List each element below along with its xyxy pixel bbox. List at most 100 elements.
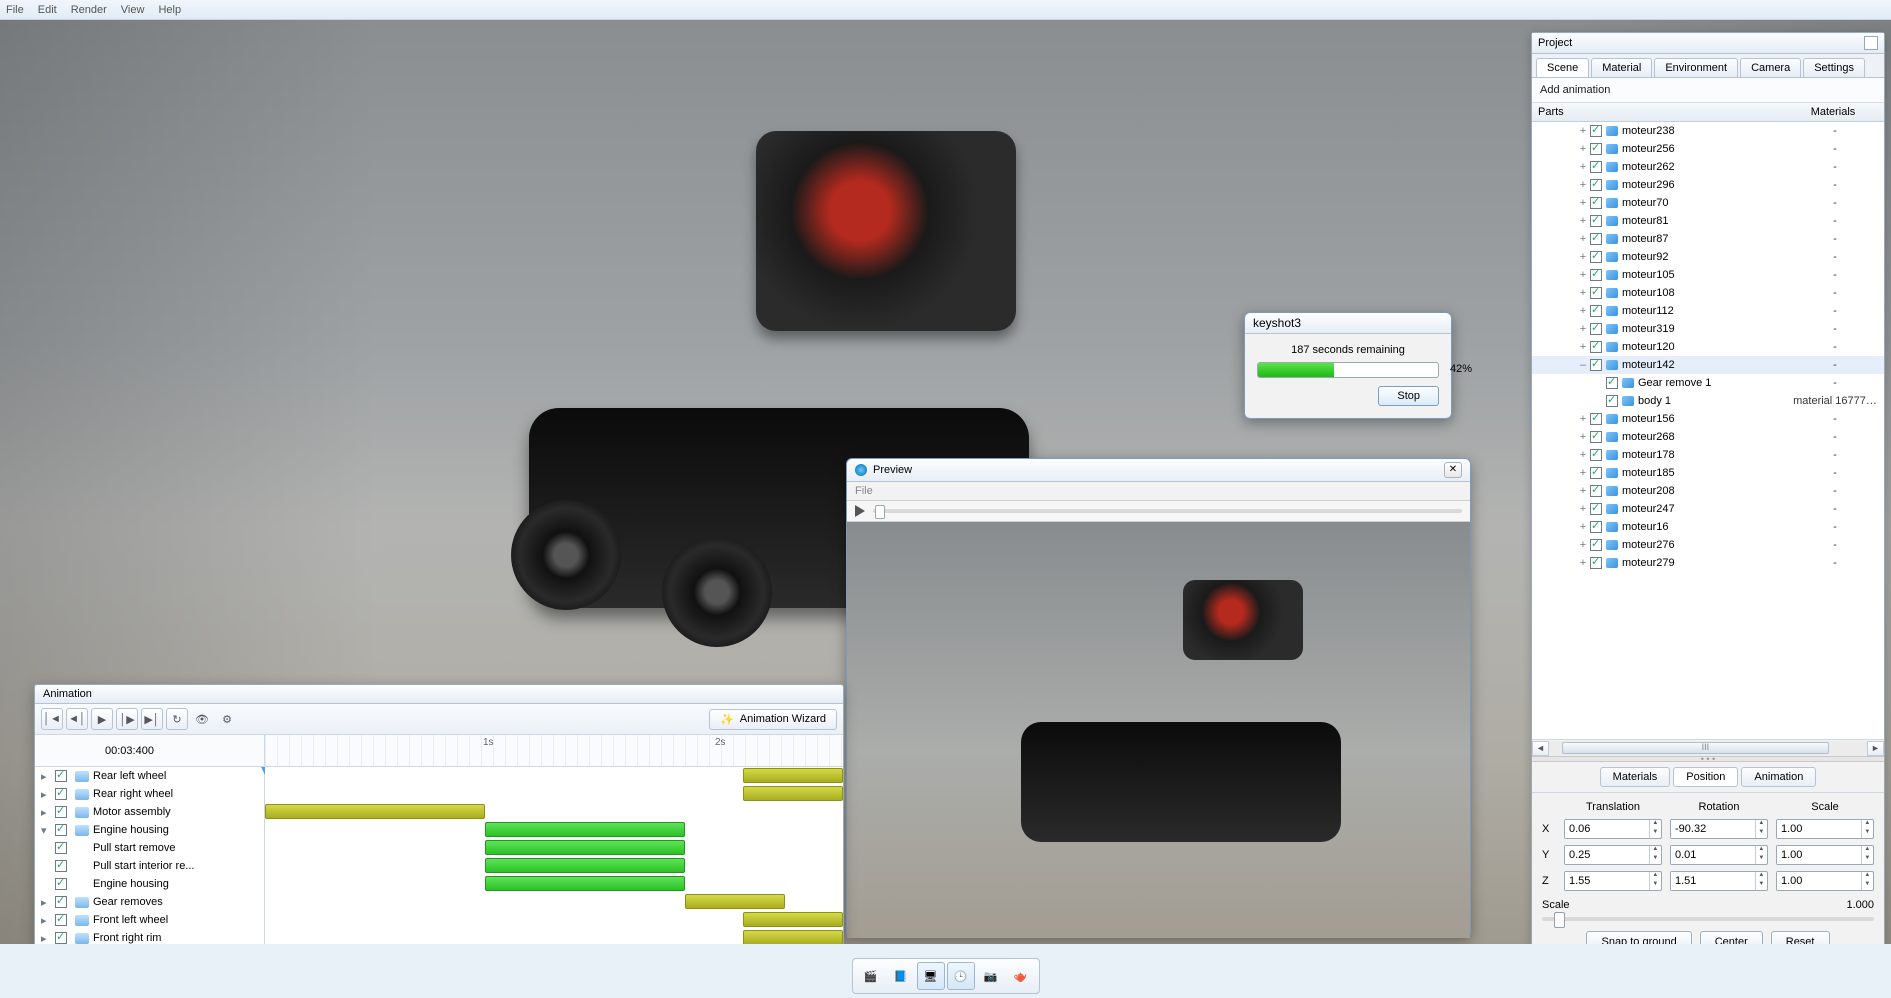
subtab-materials[interactable]: Materials	[1600, 767, 1671, 787]
tree-row[interactable]: +moteur105-	[1532, 266, 1884, 284]
track-row[interactable]: ▸Rear right wheel	[35, 785, 264, 803]
visibility-checkbox[interactable]	[1590, 539, 1602, 551]
tree-row[interactable]: +moteur256-	[1532, 140, 1884, 158]
track-bar[interactable]	[743, 768, 843, 783]
tool-library-icon[interactable]: 📘	[887, 962, 915, 990]
expand-icon[interactable]: +	[1578, 467, 1588, 479]
expand-icon[interactable]: +	[1578, 485, 1588, 497]
step-fwd-button[interactable]: │▶	[116, 708, 138, 730]
menu-file[interactable]: File	[6, 4, 24, 16]
track-bar[interactable]	[485, 858, 685, 873]
track-checkbox[interactable]	[55, 806, 67, 818]
tab-scene[interactable]: Scene	[1536, 58, 1589, 77]
spin-input[interactable]: ▲▼	[1564, 819, 1662, 839]
preview-eye-icon[interactable]: 👁	[191, 708, 213, 730]
tool-monitor-icon[interactable]: 🖥	[917, 962, 945, 990]
tree-row[interactable]: +moteur296-	[1532, 176, 1884, 194]
expand-icon[interactable]: +	[1578, 161, 1588, 173]
spin-value[interactable]	[1565, 872, 1649, 890]
expand-icon[interactable]: +	[1578, 413, 1588, 425]
track-bar[interactable]	[743, 930, 843, 945]
visibility-checkbox[interactable]	[1590, 557, 1602, 569]
expand-icon[interactable]: +	[1578, 521, 1588, 533]
track-checkbox[interactable]	[55, 878, 67, 890]
track-checkbox[interactable]	[55, 770, 67, 782]
track-bar[interactable]	[485, 840, 685, 855]
visibility-checkbox[interactable]	[1590, 305, 1602, 317]
visibility-checkbox[interactable]	[1590, 125, 1602, 137]
track-bar[interactable]	[685, 894, 785, 909]
track-bars-area[interactable]	[265, 767, 843, 966]
tree-row[interactable]: –moteur142-	[1532, 356, 1884, 374]
expand-chevron-icon[interactable]: ▸	[41, 770, 51, 783]
spin-value[interactable]	[1671, 820, 1755, 838]
tool-clock-icon[interactable]: 🕒	[947, 962, 975, 990]
visibility-checkbox[interactable]	[1590, 485, 1602, 497]
tree-row[interactable]: +moteur70-	[1532, 194, 1884, 212]
tree-row[interactable]: +moteur120-	[1532, 338, 1884, 356]
expand-icon[interactable]: +	[1578, 143, 1588, 155]
expand-chevron-icon[interactable]: ▸	[41, 932, 51, 945]
tree-row[interactable]: +moteur268-	[1532, 428, 1884, 446]
spin-value[interactable]	[1565, 846, 1649, 864]
tree-row[interactable]: +moteur238-	[1532, 122, 1884, 140]
track-bar[interactable]	[485, 822, 685, 837]
pin-icon[interactable]	[1864, 36, 1878, 50]
spin-input[interactable]: ▲▼	[1564, 845, 1662, 865]
track-row[interactable]: ▸Gear removes	[35, 893, 264, 911]
track-checkbox[interactable]	[55, 932, 67, 944]
settings-gear-icon[interactable]: ⚙	[216, 708, 238, 730]
expand-icon[interactable]: +	[1578, 449, 1588, 461]
tree-row[interactable]: body 1material 16777…	[1532, 392, 1884, 410]
preview-seek-slider[interactable]	[873, 509, 1462, 513]
preview-file-menu[interactable]: File	[855, 485, 873, 497]
spin-input[interactable]: ▲▼	[1670, 871, 1768, 891]
expand-chevron-icon[interactable]: ▸	[41, 788, 51, 801]
visibility-checkbox[interactable]	[1590, 251, 1602, 263]
track-checkbox[interactable]	[55, 896, 67, 908]
tree-hscroll[interactable]: ◄III►	[1532, 739, 1884, 756]
expand-icon[interactable]: +	[1578, 431, 1588, 443]
tab-camera[interactable]: Camera	[1740, 58, 1801, 77]
visibility-checkbox[interactable]	[1590, 233, 1602, 245]
tab-settings[interactable]: Settings	[1803, 58, 1865, 77]
visibility-checkbox[interactable]	[1590, 269, 1602, 281]
step-back-button[interactable]: ◄│	[66, 708, 88, 730]
col-materials[interactable]: Materials	[1788, 106, 1878, 118]
tree-row[interactable]: +moteur247-	[1532, 500, 1884, 518]
visibility-checkbox[interactable]	[1590, 431, 1602, 443]
expand-icon[interactable]: +	[1578, 287, 1588, 299]
subtab-position[interactable]: Position	[1673, 767, 1738, 787]
expand-icon[interactable]: +	[1578, 125, 1588, 137]
timeline-ruler[interactable]: 00:03:400 1s 2s	[35, 735, 843, 767]
expand-chevron-icon[interactable]: ▾	[41, 824, 51, 837]
track-row[interactable]: ▸Front left wheel	[35, 911, 264, 929]
spin-input[interactable]: ▲▼	[1776, 819, 1874, 839]
track-checkbox[interactable]	[55, 788, 67, 800]
spin-value[interactable]	[1671, 872, 1755, 890]
goto-start-button[interactable]: │◄	[41, 708, 63, 730]
expand-icon[interactable]: +	[1578, 215, 1588, 227]
play-button[interactable]: ▶	[91, 708, 113, 730]
stop-button[interactable]: Stop	[1378, 386, 1439, 406]
visibility-checkbox[interactable]	[1590, 449, 1602, 461]
scale-slider[interactable]	[1542, 917, 1874, 921]
visibility-checkbox[interactable]	[1606, 377, 1618, 389]
track-checkbox[interactable]	[55, 860, 67, 872]
tree-row[interactable]: +moteur156-	[1532, 410, 1884, 428]
expand-chevron-icon[interactable]: ▸	[41, 896, 51, 909]
expand-icon[interactable]: +	[1578, 539, 1588, 551]
expand-icon[interactable]: +	[1578, 197, 1588, 209]
visibility-checkbox[interactable]	[1606, 395, 1618, 407]
play-icon[interactable]	[855, 505, 865, 517]
track-row[interactable]: Pull start remove	[35, 839, 264, 857]
spin-value[interactable]	[1777, 820, 1861, 838]
tree-row[interactable]: +moteur87-	[1532, 230, 1884, 248]
loop-button[interactable]: ↻	[166, 708, 188, 730]
expand-icon[interactable]: +	[1578, 233, 1588, 245]
expand-icon[interactable]: +	[1578, 503, 1588, 515]
track-checkbox[interactable]	[55, 842, 67, 854]
track-bar[interactable]	[265, 804, 485, 819]
tree-row[interactable]: +moteur108-	[1532, 284, 1884, 302]
tree-row[interactable]: +moteur208-	[1532, 482, 1884, 500]
